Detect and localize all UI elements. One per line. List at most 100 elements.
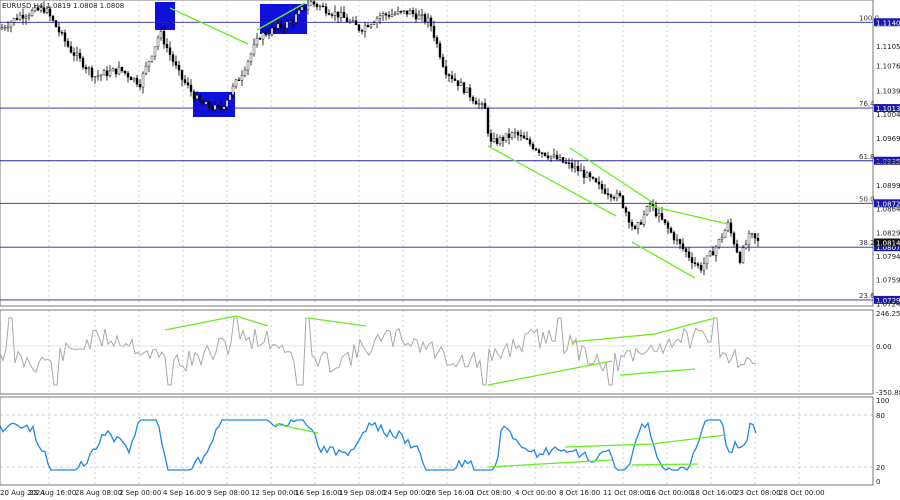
cci-top-label: 246.2588 [876, 310, 900, 318]
candle-body [132, 77, 136, 81]
candle-body [81, 57, 85, 68]
candle-body [96, 75, 100, 78]
candle-body [477, 103, 481, 105]
candle-body [678, 239, 682, 244]
time-label: 4 Sep 16:00 [163, 489, 205, 497]
candle-body [714, 246, 718, 256]
candle-body [429, 17, 433, 27]
fib-pct-label: 76.4 [859, 100, 875, 108]
candle-body [174, 61, 178, 66]
candle-body [333, 11, 337, 16]
candle-body [498, 137, 502, 144]
candle-body [108, 70, 112, 77]
time-label: 28 Oct 00:00 [779, 489, 825, 497]
candle-body [240, 75, 244, 81]
candle-body [612, 197, 616, 199]
fib-pct-label: 61.8 [859, 153, 875, 161]
candle-body [537, 149, 541, 153]
current-price-text: 1.0814 [876, 239, 900, 247]
candle-body [129, 76, 133, 81]
candle-body [522, 135, 526, 139]
time-label: 8 Oct 16:00 [559, 489, 600, 497]
cci-panel[interactable] [0, 309, 874, 395]
candle-body [558, 157, 562, 160]
rsi-bottom-label: 0 [876, 478, 880, 486]
candle-body [66, 41, 70, 47]
candle-body [63, 32, 67, 42]
candle-body [351, 20, 355, 22]
candle-body [51, 15, 55, 21]
candle-body [570, 162, 574, 169]
candle-body [345, 17, 349, 22]
price-tick: 1.0864 [876, 206, 900, 214]
candle-body [285, 21, 289, 29]
candle-body [552, 154, 556, 157]
candle-body [303, 6, 307, 10]
time-label: 1 Oct 08:00 [470, 489, 511, 497]
candle-body [24, 16, 28, 19]
candle-body [681, 243, 685, 249]
candle-body [288, 21, 292, 23]
candle-body [150, 55, 154, 62]
candle-body [627, 212, 631, 223]
candle-body [573, 166, 577, 169]
candle-body [474, 100, 478, 105]
candle-body [657, 213, 661, 217]
candle-body [750, 233, 754, 235]
time-label: 9 Sep 08:00 [207, 489, 249, 497]
price-tick: 1.0829 [876, 229, 900, 237]
candle-body [171, 54, 175, 62]
candle-body [315, 3, 319, 7]
candle-body [297, 9, 301, 15]
time-label: 28 Aug 08:00 [75, 489, 122, 497]
candle-body [624, 207, 628, 213]
candle-body [384, 13, 388, 16]
candle-body [354, 20, 358, 26]
trading-chart[interactable]: 100.076.461.850.038.223.6 1.11401.10131.… [0, 0, 900, 500]
candle-body [702, 263, 706, 271]
candle-body [606, 193, 610, 196]
candle-body [513, 131, 517, 134]
candle-body [330, 14, 334, 16]
candle-body [435, 37, 439, 44]
candle-body [231, 85, 235, 95]
candle-body [675, 239, 679, 241]
candle-body [273, 27, 277, 30]
candle-body [405, 10, 409, 15]
candle-body [93, 76, 97, 78]
candle-body [600, 183, 604, 190]
candle-body [360, 30, 364, 32]
time-label: 4 Oct 00:00 [515, 489, 556, 497]
candle-body [699, 265, 703, 271]
candle-body [87, 67, 91, 70]
candle-body [420, 14, 424, 16]
candle-body [252, 44, 256, 55]
candle-body [183, 79, 187, 83]
candle-body [234, 79, 238, 87]
candle-body [711, 251, 715, 256]
candle-body [123, 70, 127, 74]
candle-body [105, 70, 109, 77]
candle-body [594, 178, 598, 183]
candle-body [177, 64, 181, 71]
price-tick: 1.1004 [876, 111, 900, 119]
candle-body [117, 66, 121, 75]
candle-body [744, 244, 748, 249]
price-tick: 1.1039 [876, 87, 900, 95]
candle-body [438, 43, 442, 58]
candle-body [135, 77, 139, 85]
candle-body [321, 5, 325, 8]
candle-body [756, 237, 760, 241]
rsi-panel[interactable] [0, 396, 874, 486]
candle-body [684, 248, 688, 252]
candle-body [366, 25, 370, 28]
candle-body [426, 17, 430, 23]
time-label: 11 Oct 08:00 [603, 489, 649, 497]
candle-body [75, 52, 79, 56]
candle-body [111, 68, 115, 72]
rsi-top-label: 100 [876, 397, 889, 405]
price-tick: 1.1076 [876, 63, 900, 71]
candle-body [246, 61, 250, 71]
candle-body [348, 21, 352, 23]
symbol-label: EURUSD,H4 1.0819 1.0808 1.0808 [2, 2, 124, 10]
